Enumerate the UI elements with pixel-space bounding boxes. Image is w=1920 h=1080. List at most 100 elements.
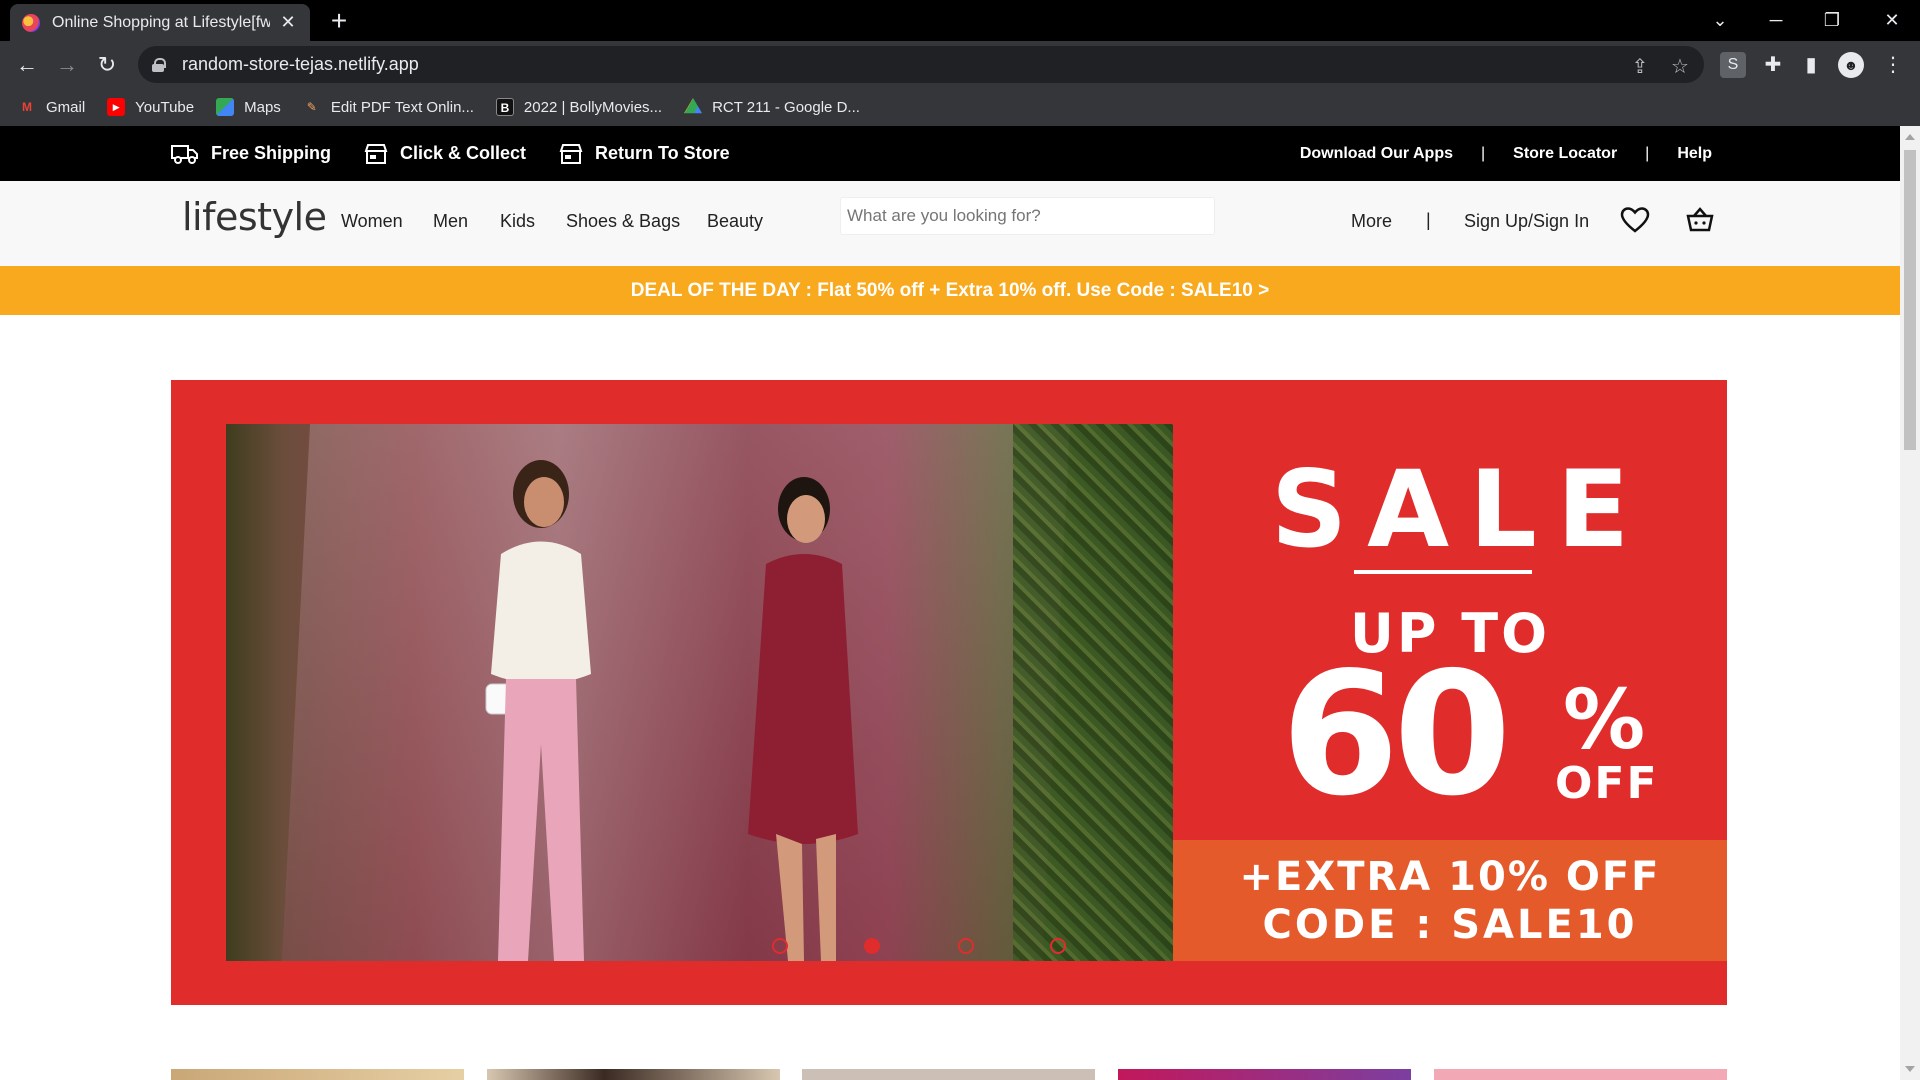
- bookmark-label: RCT 211 - Google D...: [712, 98, 860, 116]
- tab-title: Online Shopping at Lifestyle[fw1: [52, 13, 270, 31]
- bookmark-star-icon[interactable]: ☆: [1668, 54, 1692, 79]
- nav-men[interactable]: Men: [433, 211, 468, 232]
- wishlist-heart-icon[interactable]: [1620, 205, 1650, 235]
- browser-tab-bar: Online Shopping at Lifestyle[fw1 ✕ + ⌄ ─…: [0, 0, 1920, 41]
- separator: |: [1481, 144, 1486, 162]
- share-icon[interactable]: ⇪: [1628, 54, 1652, 79]
- truck-icon: [171, 144, 198, 164]
- hero-sale-banner[interactable]: SALE UP TO 60 % OFF +EXTRA 10% OFF CODE …: [171, 380, 1727, 1005]
- separator: |: [1645, 144, 1650, 162]
- back-button[interactable]: ←: [12, 50, 42, 80]
- maps-icon: [216, 98, 235, 116]
- carousel-dot-3[interactable]: [958, 938, 974, 954]
- click-collect-link[interactable]: Click & Collect: [364, 126, 526, 181]
- category-thumbnails: [171, 1069, 1727, 1080]
- bookmarks-bar: M Gmail ▶ YouTube Maps ✎ Edit PDF Text O…: [0, 88, 1920, 126]
- site-favicon-icon: [22, 13, 40, 32]
- side-panel-icon[interactable]: ▮: [1798, 52, 1824, 78]
- return-store-link[interactable]: Return To Store: [559, 126, 730, 181]
- category-card[interactable]: [802, 1069, 1095, 1080]
- separator: |: [1426, 210, 1431, 230]
- deal-of-the-day-banner[interactable]: DEAL OF THE DAY : Flat 50% off + Extra 1…: [0, 266, 1900, 315]
- web-page: Free Shipping Click & Collect Return To …: [0, 126, 1900, 1080]
- reload-button[interactable]: ↻: [92, 50, 122, 80]
- bookmark-label: Maps: [244, 98, 281, 116]
- carousel-dot-4[interactable]: [1050, 938, 1066, 954]
- nav-women[interactable]: Women: [341, 211, 403, 232]
- extra-offer-text: +EXTRA 10% OFF: [1239, 854, 1661, 900]
- return-store-icon: [559, 143, 583, 164]
- category-card[interactable]: [171, 1069, 464, 1080]
- bookmark-maps[interactable]: Maps: [216, 98, 281, 116]
- store-locator-link[interactable]: Store Locator: [1513, 145, 1617, 163]
- free-shipping-label: Free Shipping: [211, 143, 332, 163]
- restore-button[interactable]: ❐: [1804, 0, 1860, 41]
- return-store-label: Return To Store: [595, 143, 730, 163]
- browser-tab[interactable]: Online Shopping at Lifestyle[fw1 ✕: [10, 4, 310, 41]
- model-red-dress-image: [748, 477, 858, 961]
- help-link[interactable]: Help: [1677, 145, 1712, 163]
- foliage-shape: [1013, 424, 1173, 961]
- lock-icon[interactable]: [152, 57, 166, 72]
- google-drive-icon: [684, 98, 703, 114]
- signin-link[interactable]: Sign Up/Sign In: [1464, 211, 1589, 232]
- close-window-button[interactable]: ✕: [1864, 0, 1920, 41]
- more-menu[interactable]: More: [1351, 211, 1392, 232]
- profile-avatar[interactable]: ☻: [1838, 52, 1864, 78]
- browser-toolbar: ← → ↻ random-store-tejas.netlify.app ⇪ ☆: [0, 41, 1920, 88]
- close-tab-icon[interactable]: ✕: [278, 12, 298, 33]
- bookmark-edit-pdf[interactable]: ✎ Edit PDF Text Onlin...: [303, 98, 474, 116]
- bookmark-youtube[interactable]: ▶ YouTube: [107, 98, 194, 116]
- click-collect-label: Click & Collect: [400, 143, 527, 163]
- hero-photo: [226, 424, 1173, 961]
- coupon-code-text: CODE : SALE10: [1262, 902, 1638, 948]
- bookmark-label: Gmail: [46, 98, 86, 116]
- drape-shape: [281, 424, 1071, 961]
- nav-kids[interactable]: Kids: [500, 211, 535, 232]
- extension-s-icon[interactable]: S: [1720, 52, 1746, 78]
- free-shipping-link[interactable]: Free Shipping: [171, 126, 331, 181]
- url-text: random-store-tejas.netlify.app: [182, 54, 419, 74]
- category-card[interactable]: [487, 1069, 780, 1080]
- address-bar[interactable]: random-store-tejas.netlify.app ⇪ ☆: [138, 46, 1704, 83]
- bollymovies-icon: B: [495, 98, 514, 116]
- lifestyle-logo[interactable]: lifestyle: [182, 195, 327, 239]
- scroll-up-arrow-icon[interactable]: [1905, 134, 1915, 140]
- bookmark-gmail[interactable]: M Gmail: [18, 98, 85, 116]
- nav-shoes-bags[interactable]: Shoes & Bags: [566, 211, 680, 232]
- carousel-dot-1[interactable]: [772, 938, 788, 954]
- sale-heading: SALE: [1270, 448, 1650, 571]
- bookmark-bollymovies[interactable]: B 2022 | BollyMovies...: [495, 98, 663, 116]
- extensions-puzzle-icon[interactable]: ✚: [1760, 52, 1786, 78]
- gmail-icon: M: [22, 100, 32, 114]
- bookmark-label: Edit PDF Text Onlin...: [330, 98, 474, 116]
- minimize-button[interactable]: ─: [1748, 0, 1804, 41]
- download-apps-link[interactable]: Download Our Apps: [1300, 145, 1453, 163]
- utility-links: Download Our Apps | Store Locator | Help: [1300, 126, 1712, 181]
- off-text: OFF: [1555, 758, 1659, 809]
- tab-search-icon[interactable]: ⌄: [1692, 0, 1748, 41]
- carousel-dot-2[interactable]: [864, 938, 880, 954]
- new-tab-button[interactable]: +: [324, 6, 354, 36]
- extra-offer-box: +EXTRA 10% OFF CODE : SALE10: [1173, 840, 1727, 961]
- bookmark-google-drive[interactable]: RCT 211 - Google D...: [684, 98, 860, 116]
- percent-symbol: %: [1563, 673, 1646, 768]
- cart-basket-icon[interactable]: [1685, 205, 1715, 235]
- sale-text-panel: SALE UP TO 60 % OFF: [1173, 380, 1727, 840]
- scroll-down-arrow-icon[interactable]: [1905, 1066, 1915, 1072]
- divider: [1354, 570, 1532, 574]
- youtube-icon: ▶: [107, 98, 126, 116]
- page-scrollbar[interactable]: [1900, 126, 1920, 1080]
- forward-button[interactable]: →: [52, 50, 82, 80]
- category-card[interactable]: [1118, 1069, 1411, 1080]
- scrollbar-thumb[interactable]: [1904, 150, 1916, 450]
- search-input[interactable]: [840, 197, 1215, 235]
- service-strip: Free Shipping Click & Collect Return To …: [0, 126, 1900, 181]
- nav-beauty[interactable]: Beauty: [707, 211, 763, 232]
- bookmark-label: 2022 | BollyMovies...: [523, 98, 663, 116]
- model-white-top-image: [485, 460, 591, 961]
- browser-menu-icon[interactable]: ⋮: [1880, 52, 1906, 78]
- discount-number: 60: [1281, 636, 1512, 834]
- category-card[interactable]: [1434, 1069, 1727, 1080]
- pdf-icon: ✎: [306, 100, 317, 114]
